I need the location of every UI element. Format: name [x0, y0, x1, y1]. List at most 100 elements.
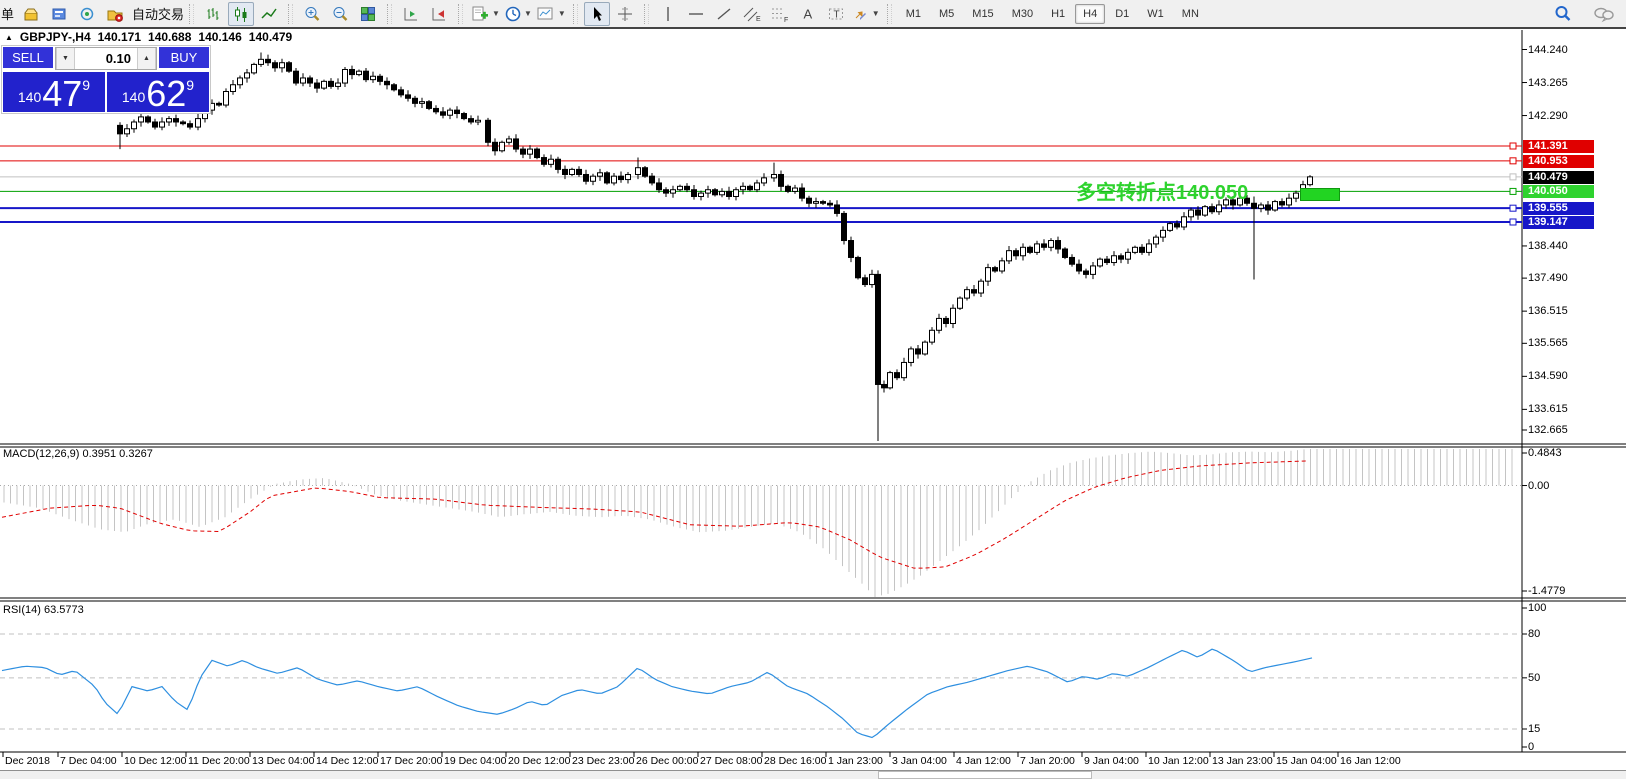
- candle-body: [535, 149, 540, 157]
- candle-body: [612, 176, 617, 183]
- chart-canvas[interactable]: [0, 0, 1626, 779]
- horizontal-scrollbar[interactable]: [0, 770, 1626, 779]
- candle-body: [1182, 217, 1187, 227]
- candle-body: [986, 268, 991, 282]
- candle-body: [937, 318, 942, 330]
- market-watch-icon[interactable]: [46, 2, 72, 26]
- green-rectangle-annotation: [1300, 188, 1340, 201]
- search-icon[interactable]: [1550, 2, 1576, 26]
- candle-body: [856, 257, 861, 277]
- toolbar-separator: [458, 4, 463, 24]
- line-chart-icon[interactable]: [256, 2, 282, 26]
- candlestick-chart-icon[interactable]: [228, 2, 254, 26]
- date-label: 11 Dec 20:00: [188, 755, 250, 767]
- candle-body: [181, 122, 186, 124]
- sell-price-sup: 9: [82, 77, 90, 93]
- equidistant-channel-icon[interactable]: E: [739, 2, 765, 26]
- candle-body: [800, 188, 805, 198]
- vertical-line-icon[interactable]: [655, 2, 681, 26]
- volume-down-button[interactable]: ▼: [56, 48, 75, 69]
- date-label: 7 Jan 20:00: [1020, 755, 1075, 767]
- candle-body: [1021, 247, 1026, 255]
- candle-body: [301, 78, 306, 83]
- timeframe-m30[interactable]: M30: [1004, 4, 1041, 24]
- text-icon[interactable]: A: [795, 2, 821, 26]
- text-label-icon[interactable]: T: [823, 2, 849, 26]
- periods-icon[interactable]: ▼: [503, 2, 533, 26]
- candle-body: [821, 202, 826, 204]
- candle-body: [364, 71, 369, 79]
- candle-body: [434, 108, 439, 111]
- zoom-in-icon[interactable]: [299, 2, 325, 26]
- candle-body: [500, 142, 505, 150]
- price-level-label: 140.050: [1523, 185, 1594, 198]
- timeframe-mn[interactable]: MN: [1174, 4, 1207, 24]
- timeframe-h1[interactable]: H1: [1043, 4, 1073, 24]
- candle-body: [406, 95, 411, 98]
- candle-body: [902, 362, 907, 377]
- signal-icon[interactable]: [74, 2, 100, 26]
- candle-body: [636, 168, 641, 175]
- candle-body: [882, 384, 887, 387]
- indicators-icon[interactable]: ▼: [469, 2, 501, 26]
- candle-body: [1147, 244, 1152, 252]
- bar-chart-icon[interactable]: [200, 2, 226, 26]
- date-label: 9 Jan 04:00: [1084, 755, 1139, 767]
- rsi-axis-label: 15: [1528, 723, 1540, 735]
- candle-body: [591, 176, 596, 181]
- rsi-axis-label: 0: [1528, 741, 1534, 753]
- arrows-icon[interactable]: ▼: [851, 2, 881, 26]
- volume-value[interactable]: 0.10: [75, 48, 137, 69]
- candle-body: [657, 183, 662, 190]
- horizontal-line-icon[interactable]: [683, 2, 709, 26]
- buy-price-display[interactable]: 140 62 9: [107, 72, 209, 112]
- timeframe-h4[interactable]: H4: [1075, 4, 1105, 24]
- timeframe-m15[interactable]: M15: [964, 4, 1001, 24]
- candle-body: [870, 274, 875, 284]
- price-level-label: 140.953: [1523, 155, 1594, 168]
- volume-up-button[interactable]: ▲: [137, 48, 156, 69]
- candle-body: [357, 71, 362, 74]
- new-order-icon[interactable]: [18, 2, 44, 26]
- candle-body: [153, 122, 158, 127]
- crosshair-icon[interactable]: [612, 2, 638, 26]
- sell-price-display[interactable]: 140 47 9: [3, 72, 105, 112]
- candle-body: [1084, 271, 1089, 274]
- candle-body: [598, 173, 603, 176]
- timeframe-w1[interactable]: W1: [1139, 4, 1172, 24]
- sell-button[interactable]: SELL: [3, 47, 53, 70]
- templates-icon[interactable]: ▼: [535, 2, 567, 26]
- candle-body: [315, 83, 320, 88]
- autotrading-label[interactable]: 自动交易: [132, 4, 184, 23]
- candle-body: [643, 168, 648, 176]
- auto-scroll-icon[interactable]: [398, 2, 424, 26]
- candle-body: [329, 81, 334, 86]
- autotrading-icon[interactable]: [102, 2, 128, 26]
- date-label: 19 Dec 04:00: [444, 755, 506, 767]
- timeframe-d1[interactable]: D1: [1107, 4, 1137, 24]
- tile-windows-icon[interactable]: [355, 2, 381, 26]
- candle-body: [287, 63, 292, 71]
- quote-close: 140.479: [249, 30, 292, 44]
- candle-body: [441, 112, 446, 115]
- date-label: 10 Dec 12:00: [124, 755, 186, 767]
- order-menu-label[interactable]: 单: [1, 4, 14, 23]
- candle-body: [863, 278, 868, 285]
- zoom-out-icon[interactable]: [327, 2, 353, 26]
- candle-body: [1105, 259, 1110, 262]
- timeframe-m5[interactable]: M5: [931, 4, 962, 24]
- cursor-icon[interactable]: [584, 2, 610, 26]
- fibonacci-icon[interactable]: F: [767, 2, 793, 26]
- candle-body: [462, 114, 467, 119]
- trendline-icon[interactable]: [711, 2, 737, 26]
- chat-icon[interactable]: [1591, 2, 1617, 26]
- scrollbar-thumb[interactable]: [878, 771, 1092, 779]
- collapse-panel-icon[interactable]: ▲: [5, 33, 13, 42]
- buy-button[interactable]: BUY: [159, 47, 209, 70]
- candle-body: [1294, 193, 1299, 198]
- candle-body: [1007, 251, 1012, 261]
- candle-body: [664, 190, 669, 193]
- chart-shift-icon[interactable]: [426, 2, 452, 26]
- timeframe-m1[interactable]: M1: [898, 4, 929, 24]
- date-label: 3 Jan 04:00: [892, 755, 947, 767]
